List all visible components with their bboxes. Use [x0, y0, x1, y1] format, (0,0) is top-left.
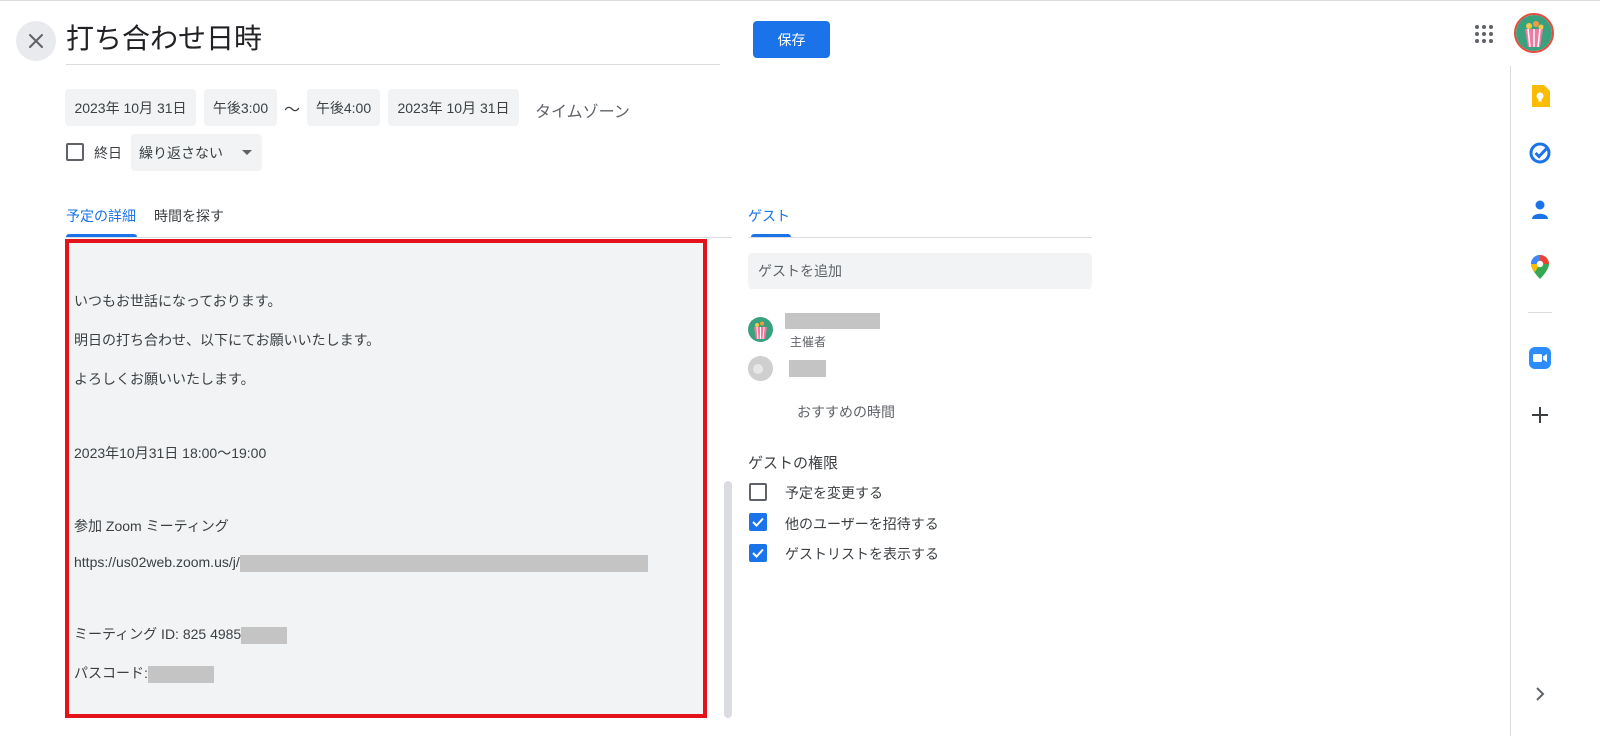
redacted-organizer-name	[785, 313, 880, 329]
keep-icon[interactable]	[1528, 84, 1552, 108]
permission-see-list-label: ゲストリストを表示する	[785, 546, 939, 562]
redacted-block	[147, 665, 214, 683]
checkmark-icon	[752, 548, 764, 558]
top-border	[0, 0, 1600, 1]
tab-find-time[interactable]: 時間を探す	[154, 206, 224, 226]
apps-grid-icon[interactable]	[1472, 22, 1496, 46]
permissions-title: ゲストの権限	[748, 455, 839, 472]
permission-see-list-checkbox[interactable]	[749, 544, 767, 562]
side-rail-divider	[1510, 66, 1511, 736]
end-time-chip[interactable]: 午後4:00	[307, 89, 380, 126]
all-day-checkbox[interactable]	[66, 143, 84, 161]
permission-invite-checkbox[interactable]	[749, 513, 767, 531]
zoom-icon[interactable]	[1528, 346, 1552, 370]
chevron-right-icon[interactable]	[1528, 682, 1552, 706]
close-icon	[29, 34, 43, 48]
add-guest-input[interactable]: ゲストを追加	[748, 253, 1092, 289]
close-button[interactable]	[16, 21, 56, 61]
meeting-id-text: ミーティング ID: 825 4985	[74, 626, 242, 642]
desc-line: 2023年10月31日 18:00〜19:00	[74, 445, 267, 461]
time-separator: 〜	[284, 102, 301, 119]
all-day-label: 終日	[94, 145, 122, 161]
passcode-line: パスコード:	[74, 663, 214, 683]
description-editor[interactable]: いつもお世話になっております。 明日の打ち合わせ、以下にてお願いいたします。 よ…	[65, 239, 707, 718]
add-icon[interactable]	[1528, 403, 1552, 427]
permission-modify-checkbox[interactable]	[749, 483, 767, 501]
desc-line: よろしくお願いいたします。	[74, 371, 255, 387]
event-title: 打ち合わせ日時	[66, 23, 263, 54]
redacted-block	[241, 626, 288, 644]
organizer-label: 主催者	[790, 335, 827, 349]
meeting-id-line: ミーティング ID: 825 4985	[74, 624, 288, 644]
desc-line: 明日の打ち合わせ、以下にてお願いいたします。	[74, 332, 381, 348]
tab-event-details[interactable]: 予定の詳細	[66, 206, 136, 226]
title-field[interactable]: 打ち合わせ日時	[66, 16, 720, 65]
permission-modify-label: 予定を変更する	[785, 485, 883, 501]
redacted-guest-name	[789, 360, 826, 377]
start-date-chip[interactable]: 2023年 10月 31日	[65, 89, 196, 126]
dropdown-caret-icon	[242, 150, 252, 155]
save-button[interactable]: 保存	[753, 21, 830, 58]
tab-divider	[66, 237, 732, 238]
account-avatar[interactable]	[1514, 13, 1554, 53]
checkmark-icon	[752, 517, 764, 527]
repeat-select[interactable]: 繰り返さない	[131, 134, 262, 171]
zoom-link-line[interactable]: https://us02web.zoom.us/j/	[74, 554, 648, 572]
desc-line: いつもお世話になっております。	[74, 293, 282, 309]
repeat-value: 繰り返さない	[139, 144, 223, 161]
guest-avatar	[748, 356, 773, 381]
guest-tab-divider	[748, 237, 1092, 238]
description-scrollbar[interactable]	[724, 481, 732, 718]
organizer-avatar	[748, 317, 773, 342]
rail-separator	[1528, 312, 1552, 313]
timezone-link[interactable]: タイムゾーン	[535, 98, 630, 122]
tasks-icon[interactable]	[1528, 141, 1552, 165]
passcode-text: パスコード:	[74, 665, 148, 681]
suggested-times-link[interactable]: おすすめの時間	[797, 402, 895, 422]
contacts-icon[interactable]	[1528, 198, 1552, 222]
zoom-link-text: https://us02web.zoom.us/j/	[74, 554, 240, 570]
desc-line: 参加 Zoom ミーティング	[74, 518, 229, 534]
maps-icon[interactable]	[1528, 255, 1552, 279]
redacted-block	[239, 554, 648, 572]
end-date-chip[interactable]: 2023年 10月 31日	[388, 89, 519, 126]
start-time-chip[interactable]: 午後3:00	[204, 89, 277, 126]
permission-invite-label: 他のユーザーを招待する	[785, 516, 939, 532]
guest-tab-label[interactable]: ゲスト	[748, 206, 790, 226]
